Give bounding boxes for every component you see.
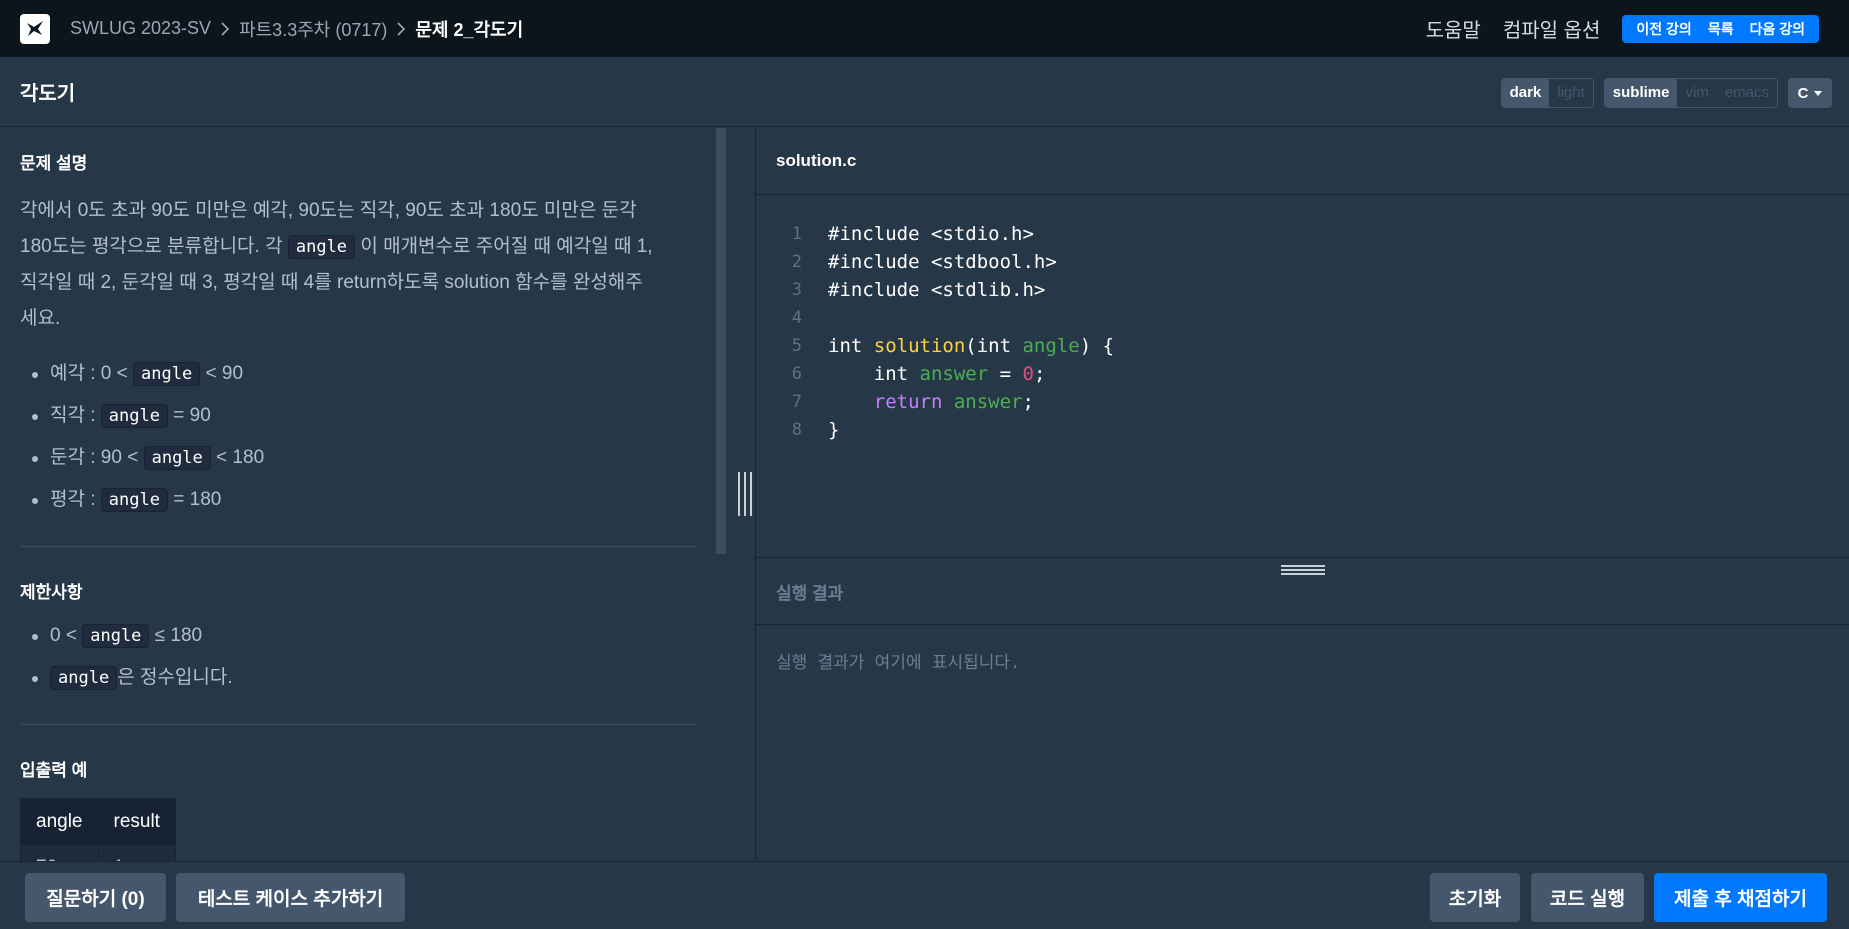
code-editor[interactable]: 1 #include <stdio.h> 2 #include <stdbool.h… [756,196,1849,558]
list-item: 둔각 : 90 < angle < 180 [0,437,264,479]
chevron-right-icon [396,21,406,37]
code-line: 1 #include <stdio.h> [791,223,1034,245]
keymap-sublime-button[interactable]: sublime [1604,79,1678,107]
io-example-heading: 입출력 예 [20,761,88,780]
result-header: 실행 결과 [756,558,1849,625]
constraints-list: 0 < angle ≤ 180 angle 은 정수입니다. [0,615,233,699]
page-title: 각도기 [20,83,76,105]
result-output: 실행 결과가 여기에 표시됩니다. [776,653,1021,673]
list-item: 평각 : angle = 180 [0,479,264,521]
desc-line-2: 180도는 평각으로 분류합니다. 각 angle 이 매개변수로 주어질 때 … [20,235,653,259]
file-name: solution.c [776,151,857,170]
problem-description: 각에서 0도 초과 90도 미만은 예각, 90도는 직각, 90도 초과 18… [20,193,700,337]
desc-line-1: 각에서 0도 초과 90도 미만은 예각, 90도는 직각, 90도 초과 18… [20,200,637,221]
help-link[interactable]: 도움말 [1426,14,1481,43]
table-cell: 1 [97,844,176,861]
submit-button[interactable]: 제출 후 채점하기 [1654,873,1827,922]
table-row: 70 1 [20,844,176,861]
reset-button[interactable]: 초기화 [1430,873,1520,922]
desc-line-4: 세요. [20,308,61,329]
keymap-vim-button[interactable]: vim [1677,79,1716,107]
divider [20,724,696,725]
breadcrumb-course[interactable]: SWLUG 2023-SV [70,18,211,39]
language-label: C [1797,84,1809,102]
ask-question-button[interactable]: 질문하기 (0) [25,873,166,922]
vertical-resize-handle[interactable] [738,472,752,516]
top-navbar: SWLUG 2023-SV 파트3.3주차 (0717) 문제 2_각도기 도움… [0,0,1849,57]
code-line: 8} [791,419,840,441]
param-code: angle [287,235,356,259]
run-code-button[interactable]: 코드 실행 [1531,873,1644,922]
title-bar: 각도기 dark light sublime vim emacs C [0,57,1849,127]
io-example-table: angle result 70 1 [20,798,176,861]
prev-lesson-button[interactable]: 이전 강의 [1628,19,1699,39]
next-lesson-button[interactable]: 다음 강의 [1742,19,1813,39]
footer-bar: 질문하기 (0) 테스트 케이스 추가하기 초기화 코드 실행 제출 후 채점하… [0,861,1849,929]
lesson-nav-group: 이전 강의 목록 다음 강의 [1622,14,1819,43]
logo-icon[interactable] [20,13,50,44]
keymap-emacs-button[interactable]: emacs [1717,79,1777,107]
caret-down-icon [1814,90,1823,96]
angle-categories-list: 예각 : 0 < angle < 90 직각 : angle = 90 둔각 :… [0,353,264,521]
desc-line-3: 직각일 때 2, 둔각일 때 3, 평각일 때 4를 return하도록 sol… [20,272,643,293]
chevron-right-icon [220,21,230,37]
list-item: 직각 : angle = 90 [0,395,264,437]
code-line: 2 #include <stdbool.h> [791,251,1057,273]
constraints-heading: 제한사항 [20,583,83,602]
code-line: 3 #include <stdlib.h> [791,279,1046,301]
breadcrumb: SWLUG 2023-SV 파트3.3주차 (0717) 문제 2_각도기 [70,16,523,42]
list-button[interactable]: 목록 [1700,19,1742,39]
table-cell: 70 [20,844,99,861]
list-item: angle 은 정수입니다. [0,657,233,699]
result-title: 실행 결과 [776,583,844,603]
code-line: 4 [791,308,802,328]
code-line: 7 return answer; [791,391,1034,413]
description-heading: 문제 설명 [20,154,88,173]
language-select[interactable]: C [1788,78,1832,108]
editor-panel: solution.c 1 #include <stdio.h> 2 #include… [756,128,1849,861]
problem-scrollbar[interactable] [716,128,726,554]
add-test-case-button[interactable]: 테스트 케이스 추가하기 [176,873,405,922]
breadcrumb-part[interactable]: 파트3.3주차 (0717) [239,16,387,42]
table-header: result [97,798,176,845]
breadcrumb-current: 문제 2_각도기 [415,19,524,40]
compile-options-link[interactable]: 컴파일 옵션 [1503,14,1601,43]
keymap-toggle: sublime vim emacs [1603,78,1778,108]
divider [20,546,696,547]
theme-light-button[interactable]: light [1549,79,1593,107]
list-item: 0 < angle ≤ 180 [0,615,233,657]
theme-toggle: dark light [1500,78,1594,108]
code-line: 5 int solution(int angle) { [791,335,1115,357]
code-line: 6 int answer = 0; [791,363,1046,385]
theme-dark-button[interactable]: dark [1501,79,1550,107]
list-item: 예각 : 0 < angle < 90 [0,353,264,395]
table-header: angle [20,798,99,845]
problem-panel[interactable]: 문제 설명 각에서 0도 초과 90도 미만은 예각, 90도는 직각, 90도… [0,128,755,861]
file-tab: solution.c [756,128,1849,195]
table-header-row: angle result [20,798,176,845]
